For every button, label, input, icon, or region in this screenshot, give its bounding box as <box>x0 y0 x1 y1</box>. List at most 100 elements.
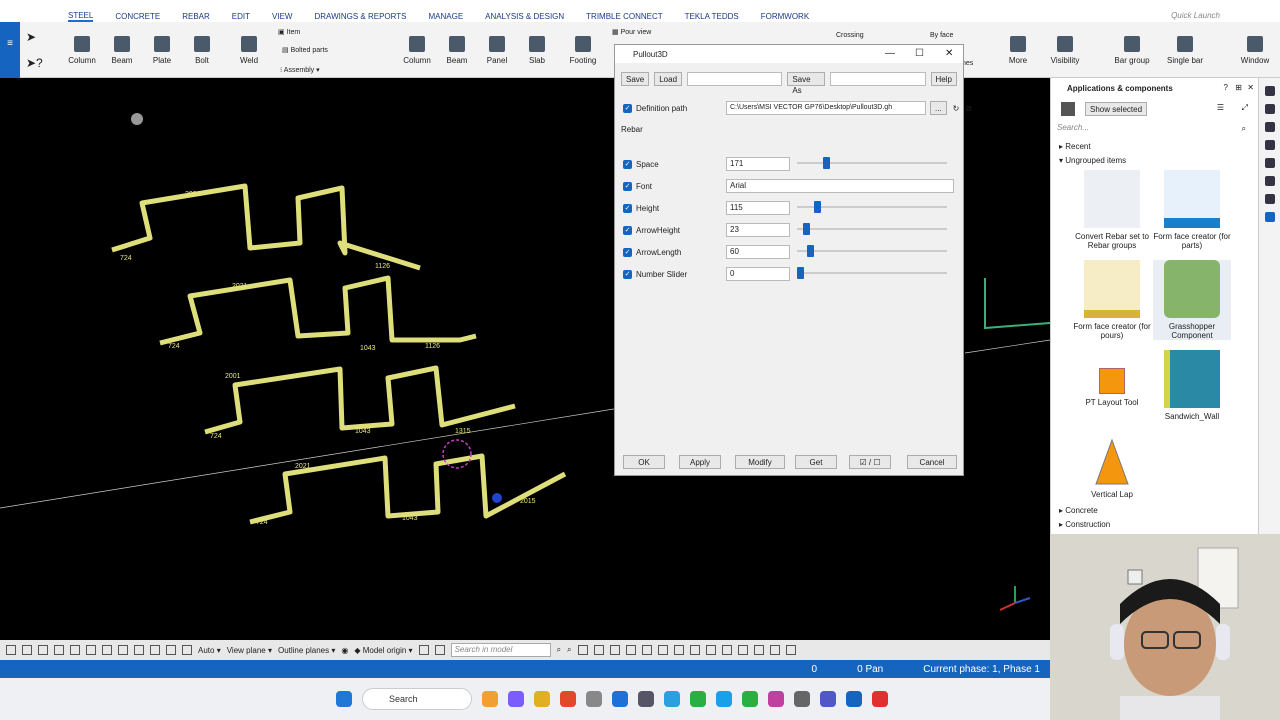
ungrouped-group[interactable]: ▾ Ungrouped items <box>1059 156 1126 165</box>
by-face-button[interactable]: By face <box>930 32 953 39</box>
concrete-column-button[interactable]: Column <box>397 36 437 65</box>
select-icon[interactable] <box>577 645 588 655</box>
component-form-face-pours[interactable]: Form face creator (for pours) <box>1073 260 1151 340</box>
concrete-group[interactable]: ▸ Concrete <box>1059 506 1098 515</box>
teams-icon[interactable] <box>820 691 836 707</box>
steel-beam-button[interactable]: Beam <box>102 36 142 65</box>
height-slider-thumb[interactable] <box>814 201 822 213</box>
pour-view-button[interactable]: ▦ Pour view <box>612 28 651 36</box>
skype-icon[interactable] <box>716 691 732 707</box>
help-icon[interactable]: ? <box>1224 83 1228 92</box>
side-tool-icon[interactable] <box>1264 122 1275 132</box>
panel-button[interactable]: Panel <box>477 36 517 65</box>
weld-button[interactable]: Weld <box>229 36 269 65</box>
menu-icon[interactable]: ≡ <box>0 22 20 78</box>
visibility-button[interactable]: Visibility <box>1045 36 1085 65</box>
current-phase[interactable]: Current phase: 1, Phase 1 <box>923 664 1040 675</box>
space-slider-thumb[interactable] <box>822 157 830 169</box>
arrowheight-slider-thumb[interactable] <box>802 223 810 235</box>
arrowlength-slider-thumb[interactable] <box>807 245 814 257</box>
zoom-icon[interactable]: ⌕ <box>567 645 571 655</box>
browse-button[interactable]: ... <box>930 101 947 115</box>
number-slider-thumb[interactable] <box>797 267 804 279</box>
snap-icon[interactable] <box>166 645 176 655</box>
snap-icon[interactable] <box>182 645 192 655</box>
snap-icon[interactable] <box>86 645 96 655</box>
height-input[interactable]: 115 <box>726 201 790 215</box>
component-vertical-lap[interactable]: Vertical Lap <box>1073 438 1151 499</box>
tab-edit[interactable]: EDIT <box>232 12 250 21</box>
height-checkbox[interactable]: ✓ <box>623 203 632 213</box>
save-as-button[interactable]: Save As <box>787 72 826 95</box>
snap-icon[interactable] <box>54 645 64 655</box>
eye-icon[interactable]: ◉ <box>341 646 348 655</box>
select-icon[interactable] <box>753 645 764 655</box>
minimize-icon[interactable]: — <box>885 48 895 59</box>
window-button[interactable]: Window <box>1235 36 1275 65</box>
apply-button[interactable]: Apply <box>679 455 721 469</box>
tab-manage[interactable]: MANAGE <box>429 12 464 21</box>
save-as-input[interactable] <box>830 72 926 86</box>
expand-icon[interactable]: ⤢ <box>1242 103 1248 113</box>
tab-tedds[interactable]: TEKLA TEDDS <box>685 12 739 21</box>
definition-path-checkbox[interactable]: ✓ <box>623 103 632 113</box>
outline-planes-dropdown[interactable]: Outline planes ▾ <box>278 646 335 655</box>
app-icon[interactable] <box>794 691 810 707</box>
arrowheight-slider-track[interactable] <box>797 223 947 235</box>
concrete-beam-button[interactable]: Beam <box>437 36 477 65</box>
tab-concrete[interactable]: CONCRETE <box>115 12 160 21</box>
help-button[interactable]: Help <box>930 72 957 86</box>
snap-icon[interactable] <box>150 645 160 655</box>
side-tool-icon[interactable] <box>1264 158 1275 168</box>
more-button[interactable]: More <box>998 36 1038 65</box>
font-input[interactable]: Arial <box>726 179 954 193</box>
select-icon[interactable] <box>785 645 796 655</box>
app-icon[interactable] <box>872 691 888 707</box>
grid-toggle-icon[interactable] <box>418 645 429 655</box>
snap-icon[interactable] <box>134 645 144 655</box>
number-slider-input[interactable]: 0 <box>726 267 790 281</box>
bar-group-button[interactable]: Bar group <box>1112 36 1152 65</box>
select-icon[interactable] <box>721 645 732 655</box>
load-button[interactable]: Load <box>654 72 683 86</box>
space-slider-track[interactable] <box>797 157 947 169</box>
definition-path-input[interactable]: C:\Users\MSI VECTOR GP76\Desktop\Pullout… <box>726 101 926 115</box>
grid-view-icon[interactable] <box>1061 102 1075 116</box>
item-button[interactable]: ▣ Item <box>278 28 300 36</box>
auto-dropdown[interactable]: Auto ▾ <box>198 646 221 655</box>
side-tool-icon[interactable] <box>1264 104 1275 114</box>
toggle-all-button[interactable]: ☑ / ☐ <box>849 455 891 469</box>
search-icon[interactable]: ⌕ <box>557 645 561 655</box>
telegram-icon[interactable] <box>664 691 680 707</box>
component-sandwich-wall[interactable]: Sandwich_Wall <box>1153 350 1231 421</box>
panel-close-icon[interactable]: ✕ <box>1247 83 1254 92</box>
snap-icon[interactable] <box>6 645 16 655</box>
taskbar-search[interactable]: Search <box>362 688 472 710</box>
tab-drawings[interactable]: DRAWINGS & REPORTS <box>314 12 406 21</box>
side-tool-icon[interactable] <box>1264 176 1275 186</box>
app-icon[interactable] <box>586 691 602 707</box>
arrowlength-slider-track[interactable] <box>797 245 947 257</box>
quick-launch-input[interactable]: Quick Launch <box>1171 11 1220 20</box>
footing-button[interactable]: Footing <box>563 36 603 65</box>
app-icon[interactable] <box>768 691 784 707</box>
maximize-icon[interactable]: ☐ <box>915 48 924 59</box>
tekla-icon[interactable] <box>846 691 862 707</box>
select-icon[interactable] <box>673 645 684 655</box>
select-icon[interactable] <box>769 645 780 655</box>
space-checkbox[interactable]: ✓ <box>623 159 632 169</box>
model-origin-dropdown[interactable]: ◆ Model origin ▾ <box>354 646 412 655</box>
side-tool-icon[interactable] <box>1264 140 1275 150</box>
tab-trimble[interactable]: TRIMBLE CONNECT <box>586 12 662 21</box>
file-explorer-icon[interactable] <box>534 691 550 707</box>
select-icon[interactable] <box>641 645 652 655</box>
whatsapp-icon[interactable] <box>690 691 706 707</box>
list-view-icon[interactable]: ☰ <box>1217 103 1224 112</box>
arrowheight-input[interactable]: 23 <box>726 223 790 237</box>
construction-group[interactable]: ▸ Construction <box>1059 520 1110 529</box>
line-icon[interactable] <box>742 691 758 707</box>
tab-formwork[interactable]: FORMWORK <box>761 12 809 21</box>
select-icon[interactable] <box>657 645 668 655</box>
bolted-parts-button[interactable]: ▤ Bolted parts <box>282 46 328 54</box>
tab-view[interactable]: VIEW <box>272 12 292 21</box>
